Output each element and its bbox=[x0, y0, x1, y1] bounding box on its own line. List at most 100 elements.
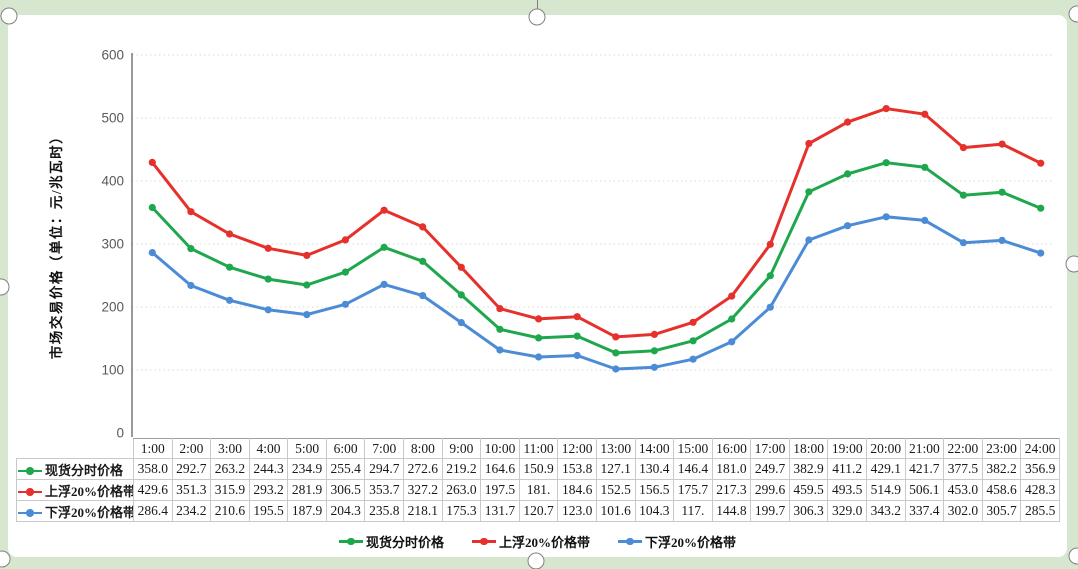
value-cell: 117. bbox=[674, 501, 713, 522]
value-cell: 195.5 bbox=[249, 501, 288, 522]
selection-handle-top-left[interactable] bbox=[1, 8, 18, 25]
value-cell: 131.7 bbox=[481, 501, 520, 522]
value-cell: 199.7 bbox=[751, 501, 790, 522]
row-label-cell: 现货分时价格 bbox=[17, 459, 134, 480]
value-cell: 235.8 bbox=[365, 501, 404, 522]
legend-label: 上浮20%价格带 bbox=[499, 532, 590, 551]
value-cell: 144.8 bbox=[712, 501, 751, 522]
value-cell: 302.0 bbox=[944, 501, 983, 522]
value-cell: 493.5 bbox=[828, 480, 867, 501]
value-cell: 351.3 bbox=[172, 480, 211, 501]
value-cell: 299.6 bbox=[751, 480, 790, 501]
table-row: 下浮20%价格带286.4234.2210.6195.5187.9204.323… bbox=[17, 501, 1060, 522]
time-header-cell: 8:00 bbox=[404, 439, 443, 459]
value-cell: 429.1 bbox=[866, 459, 905, 480]
value-cell: 358.0 bbox=[134, 459, 173, 480]
value-cell: 429.6 bbox=[134, 480, 173, 501]
legend-label: 下浮20%价格带 bbox=[645, 532, 736, 551]
legend-label: 现货分时价格 bbox=[366, 532, 444, 551]
value-cell: 127.1 bbox=[596, 459, 635, 480]
svg-text:300: 300 bbox=[101, 237, 124, 252]
time-header-cell: 24:00 bbox=[1021, 439, 1060, 459]
value-cell: 101.6 bbox=[596, 501, 635, 522]
value-cell: 272.6 bbox=[404, 459, 443, 480]
time-header-cell: 21:00 bbox=[905, 439, 944, 459]
value-cell: 175.7 bbox=[674, 480, 713, 501]
value-cell: 181. bbox=[519, 480, 558, 501]
value-cell: 353.7 bbox=[365, 480, 404, 501]
svg-text:200: 200 bbox=[101, 300, 124, 315]
value-cell: 153.8 bbox=[558, 459, 597, 480]
value-cell: 184.6 bbox=[558, 480, 597, 501]
table-row: 现货分时价格358.0292.7263.2244.3234.9255.4294.… bbox=[17, 459, 1060, 480]
value-cell: 156.5 bbox=[635, 480, 674, 501]
svg-text:400: 400 bbox=[101, 174, 124, 189]
value-cell: 152.5 bbox=[596, 480, 635, 501]
value-cell: 219.2 bbox=[442, 459, 481, 480]
table-corner-cell bbox=[17, 439, 134, 459]
selection-handle-top-right[interactable] bbox=[1069, 6, 1078, 23]
value-cell: 204.3 bbox=[326, 501, 365, 522]
time-header-cell: 11:00 bbox=[519, 439, 558, 459]
value-cell: 337.4 bbox=[905, 501, 944, 522]
value-cell: 281.9 bbox=[288, 480, 327, 501]
value-cell: 327.2 bbox=[404, 480, 443, 501]
time-header-cell: 7:00 bbox=[365, 439, 404, 459]
value-cell: 218.1 bbox=[404, 501, 443, 522]
legend-item-upper-band[interactable]: 上浮20%价格带 bbox=[472, 532, 590, 551]
value-cell: 244.3 bbox=[249, 459, 288, 480]
value-cell: 164.6 bbox=[481, 459, 520, 480]
value-cell: 175.3 bbox=[442, 501, 481, 522]
row-label-cell: 上浮20%价格带 bbox=[17, 480, 134, 501]
selection-handle-top-center[interactable] bbox=[529, 9, 546, 26]
value-cell: 255.4 bbox=[326, 459, 365, 480]
series-marker-icon bbox=[18, 467, 42, 476]
selection-handle-bottom-right[interactable] bbox=[1069, 548, 1078, 565]
time-header-cell: 12:00 bbox=[558, 439, 597, 459]
chart-card[interactable]: 市场交易价格（单位：元/兆瓦时） 0100200300400500600 1:0… bbox=[8, 15, 1067, 557]
value-cell: 234.9 bbox=[288, 459, 327, 480]
row-label-cell: 下浮20%价格带 bbox=[17, 501, 134, 522]
time-header-cell: 14:00 bbox=[635, 439, 674, 459]
value-cell: 305.7 bbox=[982, 501, 1021, 522]
time-header-cell: 23:00 bbox=[982, 439, 1021, 459]
time-header-cell: 4:00 bbox=[249, 439, 288, 459]
svg-text:600: 600 bbox=[101, 48, 124, 63]
value-cell: 104.3 bbox=[635, 501, 674, 522]
legend-marker-icon bbox=[472, 537, 496, 546]
app-background: 市场交易价格（单位：元/兆瓦时） 0100200300400500600 1:0… bbox=[0, 0, 1078, 569]
value-cell: 421.7 bbox=[905, 459, 944, 480]
time-header-cell: 16:00 bbox=[712, 439, 751, 459]
value-cell: 292.7 bbox=[172, 459, 211, 480]
value-cell: 217.3 bbox=[712, 480, 751, 501]
value-cell: 285.5 bbox=[1021, 501, 1060, 522]
value-cell: 150.9 bbox=[519, 459, 558, 480]
selection-handle-bottom-center[interactable] bbox=[528, 553, 545, 569]
value-cell: 234.2 bbox=[172, 501, 211, 522]
value-cell: 249.7 bbox=[751, 459, 790, 480]
value-cell: 382.9 bbox=[789, 459, 828, 480]
value-cell: 343.2 bbox=[866, 501, 905, 522]
value-cell: 181.0 bbox=[712, 459, 751, 480]
value-cell: 453.0 bbox=[944, 480, 983, 501]
legend-item-spot[interactable]: 现货分时价格 bbox=[339, 532, 444, 551]
time-header-cell: 18:00 bbox=[789, 439, 828, 459]
time-header-cell: 22:00 bbox=[944, 439, 983, 459]
value-cell: 306.5 bbox=[326, 480, 365, 501]
time-header-cell: 3:00 bbox=[211, 439, 250, 459]
value-cell: 263.2 bbox=[211, 459, 250, 480]
value-cell: 306.3 bbox=[789, 501, 828, 522]
legend-marker-icon bbox=[618, 537, 642, 546]
series-marker-icon bbox=[18, 488, 42, 497]
value-cell: 458.6 bbox=[982, 480, 1021, 501]
time-header-cell: 6:00 bbox=[326, 439, 365, 459]
value-cell: 428.3 bbox=[1021, 480, 1060, 501]
value-cell: 197.5 bbox=[481, 480, 520, 501]
selection-handle-middle-right[interactable] bbox=[1066, 256, 1078, 273]
time-header-cell: 13:00 bbox=[596, 439, 635, 459]
legend-item-lower-band[interactable]: 下浮20%价格带 bbox=[618, 532, 736, 551]
chart-legend: 现货分时价格 上浮20%价格带 下浮20%价格带 bbox=[8, 532, 1067, 551]
value-cell: 263.0 bbox=[442, 480, 481, 501]
price-table: 1:002:003:004:005:006:007:008:009:0010:0… bbox=[16, 438, 1060, 522]
time-header-cell: 1:00 bbox=[134, 439, 173, 459]
